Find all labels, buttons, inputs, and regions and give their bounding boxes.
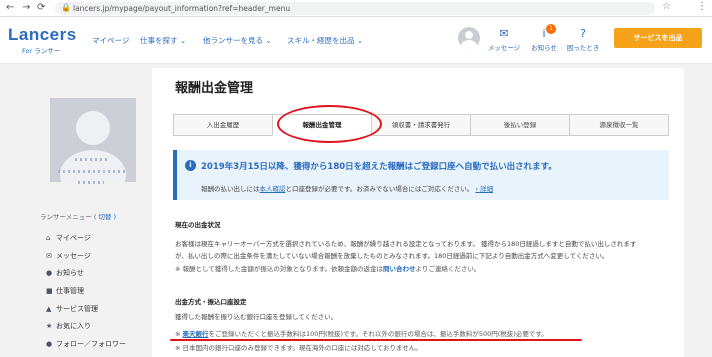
bell-icon: ● — [46, 269, 53, 277]
domestic-bank-note: ※ 日本国内の銀行口座のみ登録できます。現在海外の口座には対応しておりません。 — [175, 344, 422, 352]
bookmark-star-icon[interactable]: ☆ — [662, 1, 671, 12]
address-bar[interactable]: 🔒 lancers.jp/mypage/payout_information?r… — [55, 2, 655, 15]
tab-history[interactable]: 入出金履歴 — [173, 114, 273, 136]
tab-deferred-payment[interactable]: 後払い登録 — [470, 114, 570, 136]
tab-receipts[interactable]: 領収書・請求書発行 — [371, 114, 471, 136]
notification-badge: 1 — [546, 24, 556, 34]
status-text-line-2: が、払い出しの際に出金条件を満たしていない場合報酬を放棄したものとみなされます。… — [175, 252, 609, 260]
nav-find-work[interactable]: 仕事を探す ⌄ — [140, 35, 186, 46]
sidebar-item-work[interactable]: ■ 仕事管理 — [46, 286, 84, 298]
url-text[interactable]: lancers.jp/mypage/payout_information?ref… — [73, 4, 290, 13]
page-title: 報酬出金管理 — [175, 81, 254, 96]
reload-icon[interactable]: ⟳ — [37, 2, 45, 14]
briefcase-icon: ■ — [46, 287, 53, 295]
tab-bar: 入出金履歴 報酬出金管理 領収書・請求書発行 後払い登録 源泉徴収一覧 — [173, 114, 669, 136]
sidebar-item-notifications[interactable]: ● お知らせ — [46, 268, 84, 280]
message-icon: ✉ — [499, 27, 509, 40]
logo-text: Lancers — [8, 25, 77, 44]
annotation-underline — [170, 339, 582, 341]
nav-mypage[interactable]: マイページ — [92, 35, 129, 46]
notice-title: 2019年3月15日以降、獲得から180日を超えた報酬はご登録口座へ自動で払い出… — [201, 162, 557, 172]
service-icon: ▲ — [46, 305, 52, 313]
header-help[interactable]: ? 困ったとき — [565, 27, 601, 52]
sidebar-item-favorites[interactable]: ★ お気に入り — [46, 321, 91, 333]
logo-subtext: For ランサー — [22, 47, 61, 55]
forward-icon[interactable]: → — [22, 2, 30, 14]
nav-other-lancers[interactable]: 他ランサーを見る ⌄ — [203, 35, 272, 46]
post-service-button[interactable]: サービスを出品 — [614, 28, 702, 48]
blurred-profile-info — [58, 170, 126, 173]
lancer-menu-heading: ランサーメニュー ( 切替 ) — [40, 213, 117, 221]
sidebar-item-services[interactable]: ▲ サービス管理 — [46, 304, 98, 316]
refund-note: ※ 報酬として獲得した金額が振込の対象となります。依頼金額の返金は問い合わせより… — [175, 265, 481, 273]
browser-toolbar: ← → ⟳ 🔒 lancers.jp/mypage/payout_informa… — [0, 0, 712, 17]
tab-withholding[interactable]: 源泉徴収一覧 — [569, 114, 669, 136]
site-header: Lancers For ランサー マイページ 仕事を探す ⌄ 他ランサーを見る … — [0, 17, 712, 64]
annotation-ring — [277, 105, 382, 143]
payout-instruction: 獲得した報酬を振り込む銀行口座を登録してください。 — [175, 313, 338, 321]
payout-settings-title: 出金方式・振込口座設定 — [175, 298, 247, 306]
lancers-logo[interactable]: Lancers For ランサー — [8, 25, 77, 55]
lock-icon: 🔒 — [61, 3, 71, 12]
sidebar-item-messages[interactable]: ✉ メッセージ — [46, 251, 91, 263]
sidebar-item-mypage[interactable]: ⌂ マイページ — [46, 233, 91, 245]
browser-menu-icon[interactable]: ⋮ — [697, 1, 707, 12]
status-text-line-1: お客様は現在キャリーオーバー方式を選択されているため、報酬が繰り越される設定とな… — [175, 240, 637, 248]
bank-fee-note: ※ 楽天銀行をご登録いただくと振込手数料は100円(税抜)です。それ以外の銀行の… — [175, 330, 548, 338]
blurred-username — [75, 158, 107, 161]
users-icon: ● — [46, 340, 53, 348]
identity-verification-link[interactable]: 本人確認 — [260, 185, 286, 193]
home-icon: ⌂ — [46, 234, 51, 242]
info-icon: i — [185, 160, 196, 171]
back-icon[interactable]: ← — [6, 2, 14, 14]
contact-link[interactable]: 問い合わせ — [383, 265, 416, 273]
rakuten-bank-link[interactable]: 楽天銀行 — [183, 330, 209, 338]
sidebar-item-follow[interactable]: ● フォロー／フォロワー — [46, 339, 126, 351]
nav-post-skills[interactable]: スキル・経歴を出品 ⌄ — [287, 35, 363, 46]
star-icon: ★ — [46, 322, 53, 330]
blurred-profile-info — [78, 181, 104, 184]
header-messages[interactable]: ✉ メッセージ — [487, 27, 521, 52]
notice-text: 報酬の払い出しには本人確認と口座登録が必要です。お済みでない場合にはご対応くださ… — [201, 185, 494, 193]
user-avatar[interactable] — [458, 27, 480, 49]
current-status-title: 現在の出金状況 — [175, 221, 221, 229]
details-link[interactable]: › 詳細 — [475, 185, 493, 193]
help-icon: ? — [580, 27, 586, 40]
menu-toggle-link[interactable]: ( 切替 ) — [94, 213, 116, 221]
message-icon: ✉ — [46, 252, 52, 260]
info-notice: i 2019年3月15日以降、獲得から180日を超えた報酬はご登録口座へ自動で払… — [173, 150, 669, 200]
